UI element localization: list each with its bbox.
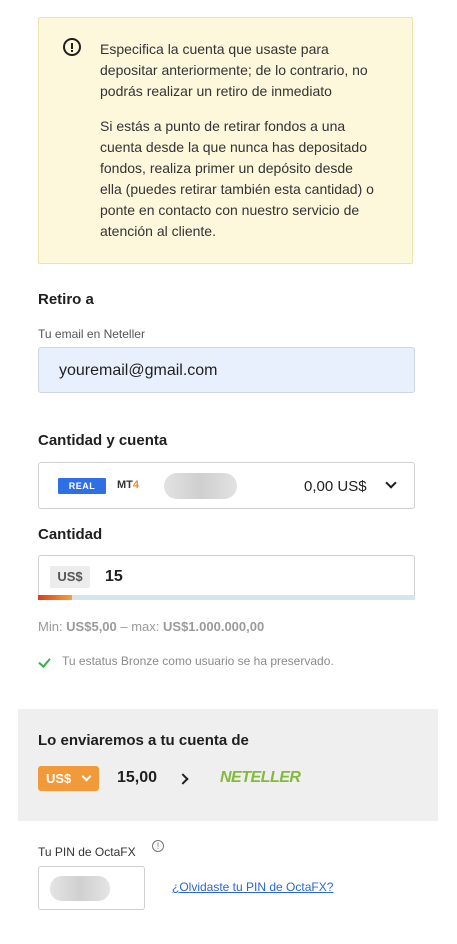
warning-paragraph-2: Si estás a punto de retirar fondos a una… xyxy=(100,118,374,239)
real-badge: REAL xyxy=(58,478,106,494)
withdraw-to-heading: Retiro a xyxy=(38,291,94,308)
forgot-pin-link[interactable]: ¿Olvidaste tu PIN de OctaFX? xyxy=(172,880,333,894)
amount-account-heading: Cantidad y cuenta xyxy=(38,432,168,449)
currency-tag: US$ xyxy=(50,566,90,588)
check-icon xyxy=(38,655,51,668)
send-to-panel: Lo enviaremos a tu cuenta de US$ 15,00 N… xyxy=(18,709,438,821)
chevron-down-icon xyxy=(81,771,92,782)
send-to-title: Lo enviaremos a tu cuenta de xyxy=(38,732,249,749)
amount-progress-fill xyxy=(38,595,72,600)
neteller-logo: NETELLER xyxy=(220,769,301,786)
warning-paragraph-1: Especifica la cuenta que usaste para dep… xyxy=(100,41,368,99)
chevron-down-icon[interactable] xyxy=(385,477,397,489)
account-select[interactable]: REAL MT4 0,00 US$ xyxy=(38,462,415,509)
pin-label: Tu PIN de OctaFX xyxy=(38,845,136,859)
email-label: Tu email en Neteller xyxy=(38,327,145,341)
account-balance: 0,00 US$ xyxy=(304,478,367,495)
pin-redacted xyxy=(50,876,110,901)
amount-progress-bar xyxy=(38,595,415,600)
account-number-redacted xyxy=(164,473,237,499)
warning-box: Especifica la cuenta que usaste para dep… xyxy=(38,17,413,264)
amount-heading: Cantidad xyxy=(38,526,103,543)
platform-label: MT4 xyxy=(117,479,140,491)
currency-dropdown-button[interactable]: US$ xyxy=(38,766,99,791)
amount-limits: Min: US$5,00 – max: US$1.000.000,00 xyxy=(38,619,265,634)
pin-input[interactable] xyxy=(38,866,145,910)
amount-value: 15 xyxy=(105,568,123,585)
send-amount: 15,00 xyxy=(117,769,158,786)
email-field[interactable]: youremail@gmail.com xyxy=(38,347,415,393)
amount-input[interactable]: US$ 15 xyxy=(38,555,415,599)
chevron-right-icon xyxy=(177,773,189,785)
alert-circle-icon xyxy=(63,38,81,56)
info-icon[interactable]: ! xyxy=(152,840,164,852)
